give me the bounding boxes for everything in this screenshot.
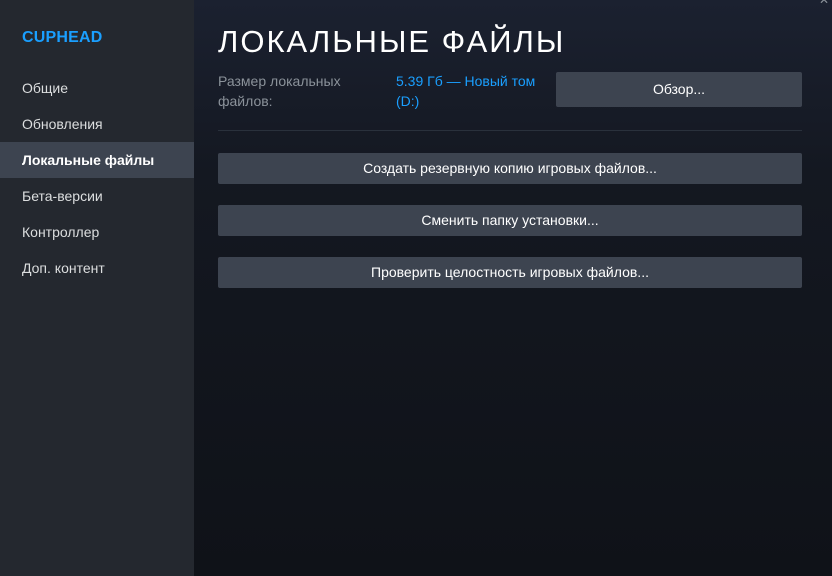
sidebar-item-betas[interactable]: Бета-версии — [0, 178, 194, 214]
divider — [218, 130, 802, 131]
local-files-size-value: 5.39 Гб — Новый том (D:) — [396, 73, 536, 109]
sidebar: CUPHEAD Общие Обновления Локальные файлы… — [0, 0, 194, 576]
verify-integrity-button[interactable]: Проверить целостность игровых файлов... — [218, 257, 802, 288]
sidebar-item-updates[interactable]: Обновления — [0, 106, 194, 142]
sidebar-item-controller[interactable]: Контроллер — [0, 214, 194, 250]
move-install-folder-button[interactable]: Сменить папку установки... — [218, 205, 802, 236]
close-icon[interactable]: ✕ — [818, 0, 830, 6]
browse-button[interactable]: Обзор... — [556, 72, 802, 107]
game-title: CUPHEAD — [22, 29, 103, 46]
main-panel: ✕ ЛОКАЛЬНЫЕ ФАЙЛЫ Размер локальных файло… — [194, 0, 832, 576]
sidebar-nav: Общие Обновления Локальные файлы Бета-ве… — [0, 70, 194, 286]
sidebar-item-dlc[interactable]: Доп. контент — [0, 250, 194, 286]
backup-game-files-button[interactable]: Создать резервную копию игровых файлов..… — [218, 153, 802, 184]
game-properties-window: CUPHEAD Общие Обновления Локальные файлы… — [0, 0, 832, 576]
local-files-size-label: Размер локальных файлов: — [218, 73, 341, 109]
sidebar-item-general[interactable]: Общие — [0, 70, 194, 106]
page-title: ЛОКАЛЬНЫЕ ФАЙЛЫ — [218, 24, 566, 59]
sidebar-item-local-files[interactable]: Локальные файлы — [0, 142, 194, 178]
